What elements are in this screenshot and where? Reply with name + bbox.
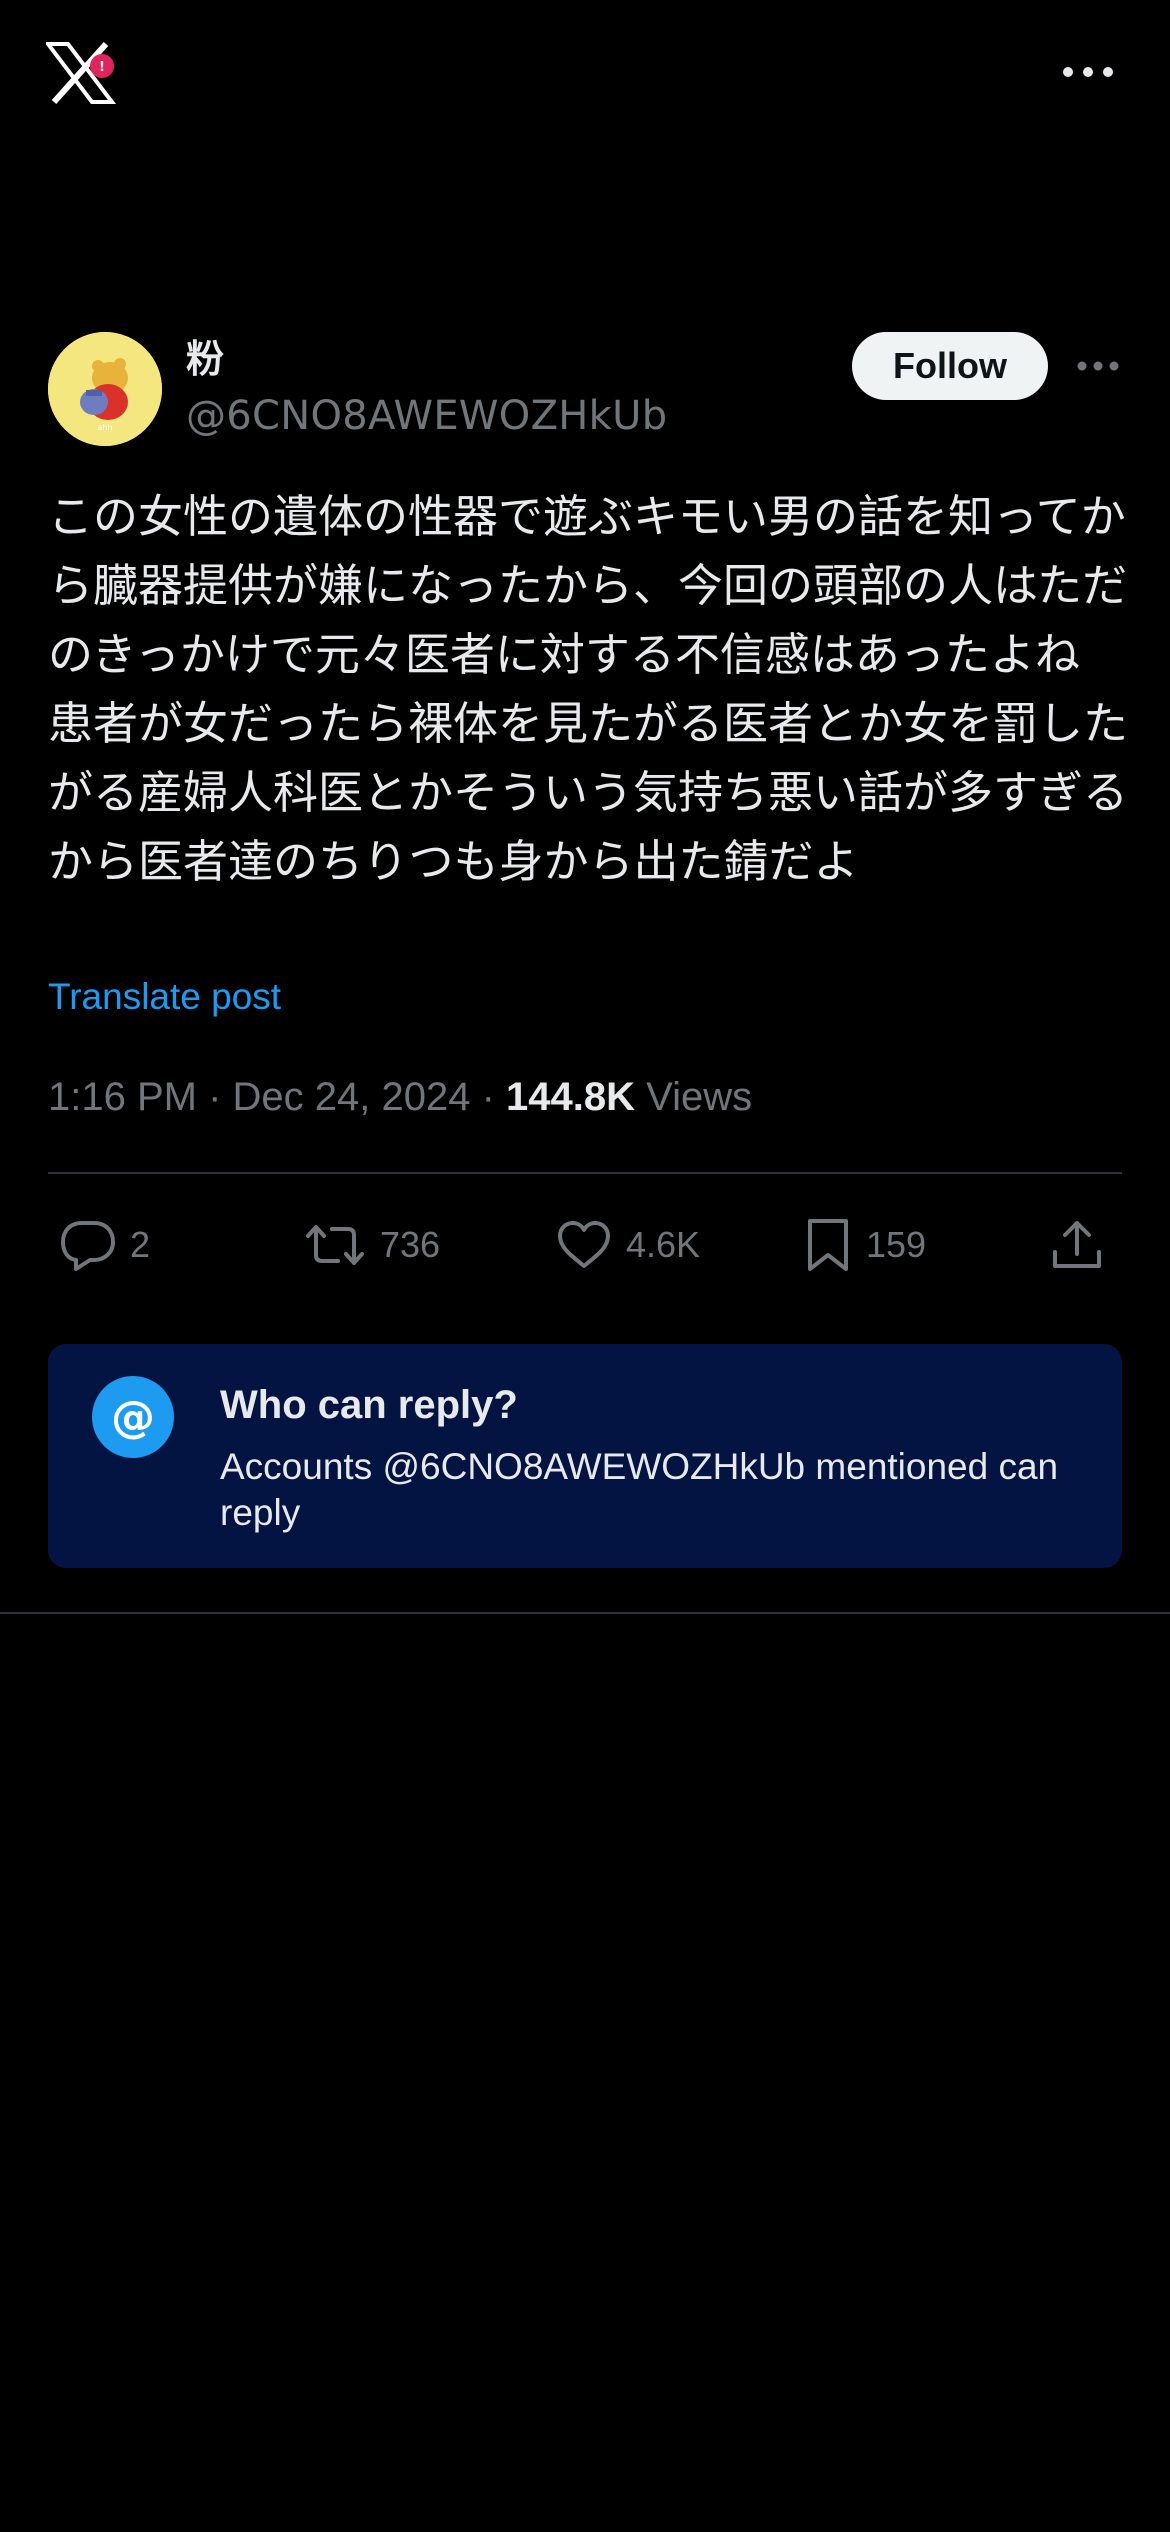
share-icon	[1053, 1221, 1101, 1268]
home-indicator	[0, 2526, 1170, 2532]
post-date[interactable]: Dec 24, 2024	[233, 1075, 471, 1119]
divider	[0, 1612, 1170, 1614]
top-bar: !	[0, 0, 1170, 150]
who-can-reply-title: Who can reply?	[220, 1383, 518, 1427]
avatar[interactable]: ahh	[48, 332, 162, 446]
author-display-name[interactable]: 粉	[186, 336, 224, 382]
reply-button[interactable]: 2	[60, 1210, 150, 1280]
repost-icon	[306, 1225, 364, 1265]
svg-text:!: !	[99, 60, 105, 75]
follow-button[interactable]: Follow	[852, 332, 1048, 400]
post-more-icon[interactable]	[1074, 352, 1122, 380]
repost-button[interactable]: 736	[304, 1210, 440, 1280]
views-label: Views	[635, 1075, 753, 1119]
post-time[interactable]: 1:16 PM	[48, 1075, 197, 1119]
who-can-reply-description: Accounts @6CNO8AWEWOZHkUb mentioned can …	[220, 1446, 1059, 1533]
divider	[48, 1172, 1122, 1174]
x-logo-icon[interactable]: !	[46, 42, 118, 104]
bookmark-button[interactable]: 159	[804, 1210, 926, 1280]
views-count: 144.8K	[506, 1075, 635, 1119]
svg-text:ahh: ahh	[97, 423, 112, 432]
post-author: ahh 粉 @6CNO8AWEWOZHkUb Follow	[48, 332, 1122, 452]
mention-at-icon: @	[92, 1376, 174, 1458]
meta-separator: ·	[470, 1075, 507, 1119]
like-button[interactable]: 4.6K	[556, 1210, 700, 1280]
action-bar: 2 736 4.6K 159	[48, 1210, 1122, 1280]
share-button[interactable]	[1050, 1210, 1118, 1280]
author-handle[interactable]: @6CNO8AWEWOZHkUb	[186, 392, 667, 440]
heart-icon	[558, 1221, 610, 1268]
bookmark-count: 159	[866, 1224, 927, 1265]
post-meta: 1:16 PM · Dec 24, 2024 · 144.8K Views	[48, 1072, 752, 1122]
who-can-reply-box: @ Who can reply? Accounts @6CNO8AWEWOZHk…	[48, 1344, 1122, 1568]
reply-icon	[61, 1221, 115, 1271]
reply-count: 2	[130, 1224, 151, 1265]
more-options-icon[interactable]	[1056, 56, 1120, 88]
bookmark-icon	[808, 1219, 848, 1271]
post-text: この女性の遺体の性器で遊ぶキモい男の話を知ってから臓器提供が嫌になったから、今回…	[48, 490, 1129, 888]
meta-separator: ·	[196, 1075, 233, 1119]
like-count: 4.6K	[626, 1224, 701, 1265]
repost-count: 736	[380, 1224, 441, 1265]
translate-post-link[interactable]: Translate post	[48, 974, 281, 1020]
